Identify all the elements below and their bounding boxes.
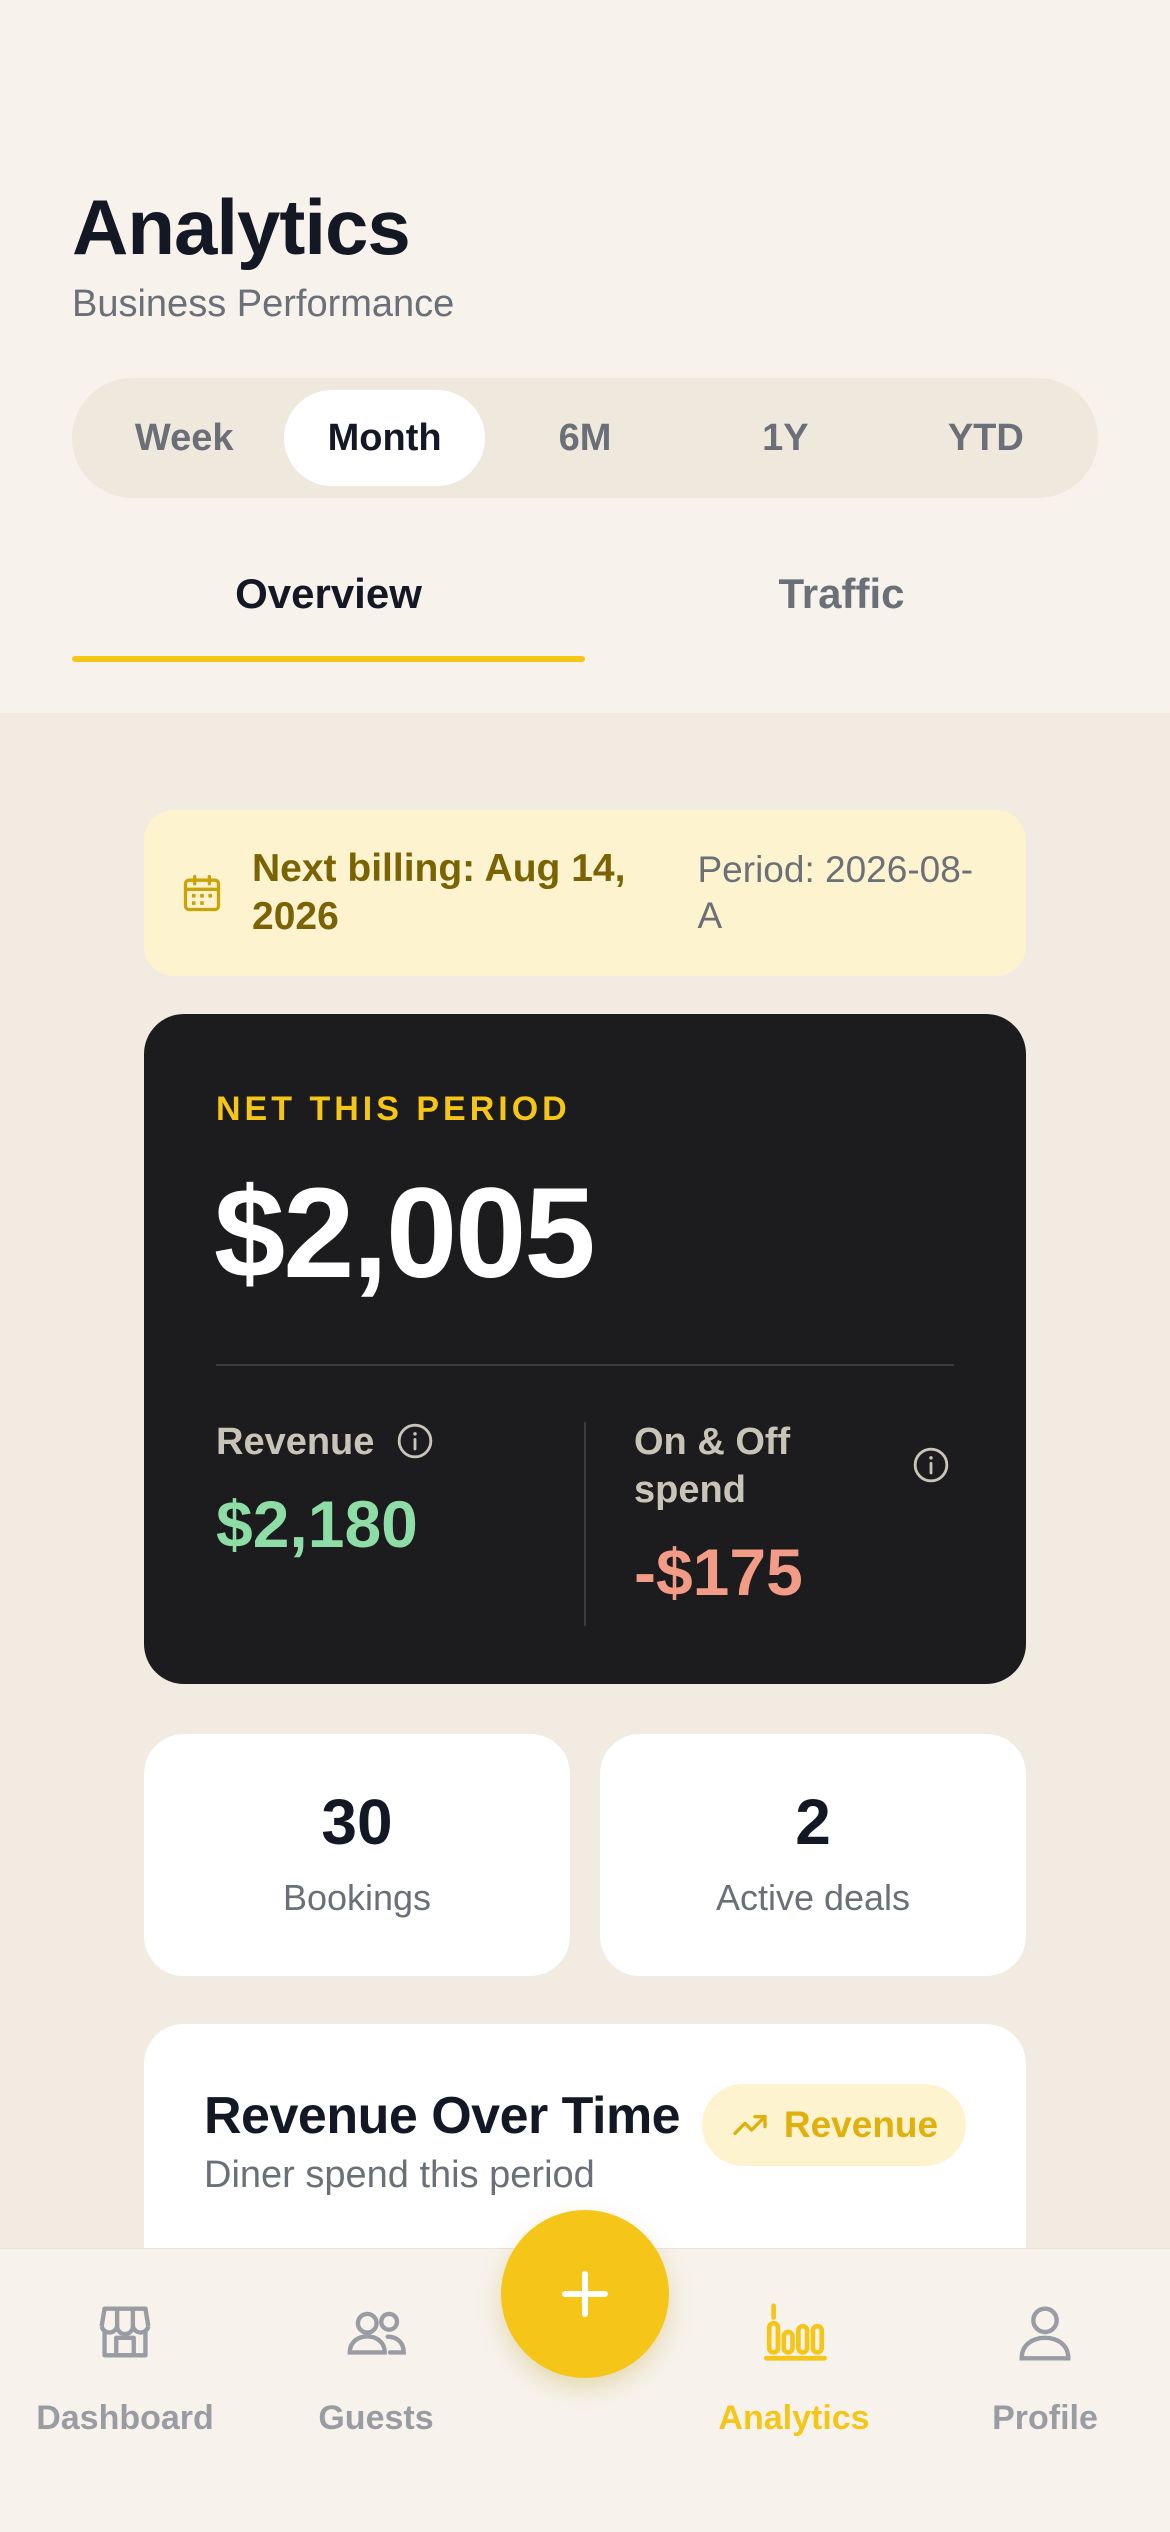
- stat-value: 2: [795, 1786, 831, 1858]
- range-1y[interactable]: 1Y: [685, 390, 885, 486]
- spend-label: On & Off spend: [634, 1421, 791, 1511]
- revenue-metric-pill[interactable]: Revenue: [702, 2084, 966, 2166]
- revenue-value: $2,180: [216, 1487, 418, 1561]
- person-icon: [1019, 2306, 1071, 2361]
- pill-label: Revenue: [783, 2104, 939, 2145]
- page-subtitle: Business Performance: [72, 283, 455, 325]
- plus-icon: [562, 2271, 608, 2317]
- calendar-icon: [183, 874, 221, 912]
- stat-label: Active deals: [715, 1877, 911, 1918]
- range-week[interactable]: Week: [84, 390, 284, 486]
- nav-guests[interactable]: Guests: [266, 2297, 486, 2438]
- nav-label: Guests: [318, 2399, 434, 2437]
- revenue-card-subtitle: Diner spend this period: [204, 2154, 595, 2196]
- analytics-screen: Analytics Business Performance Week Mont…: [0, 0, 1170, 2532]
- nav-label: Dashboard: [36, 2399, 214, 2437]
- net-summary-card: NET THIS PERIOD $2,005 Revenue $2,180 On…: [144, 1014, 1026, 1684]
- add-button[interactable]: [501, 2210, 669, 2378]
- stat-card-bookings[interactable]: 30 Bookings: [144, 1734, 570, 1976]
- bar-chart-icon: [763, 2303, 827, 2361]
- trending-up-icon: [733, 2115, 767, 2135]
- nav-analytics[interactable]: Analytics: [684, 2297, 904, 2438]
- nav-label: Analytics: [718, 2399, 870, 2437]
- store-icon: [99, 2306, 151, 2358]
- net-label: NET THIS PERIOD: [216, 1090, 571, 1128]
- page-title: Analytics: [72, 183, 411, 271]
- tab-bar: Overview Traffic: [72, 560, 1098, 662]
- billing-period-text: Period: 2026-08-A: [697, 849, 974, 936]
- nav-dashboard[interactable]: Dashboard: [15, 2297, 235, 2438]
- nav-label: Profile: [992, 2399, 1098, 2437]
- revenue-label: Revenue: [216, 1421, 375, 1463]
- spend-info-icon[interactable]: [912, 1446, 950, 1484]
- vertical-divider: [584, 1422, 586, 1626]
- tab-traffic[interactable]: Traffic: [585, 560, 1098, 662]
- stat-value: 30: [321, 1786, 393, 1858]
- stat-card-active-deals[interactable]: 2 Active deals: [600, 1734, 1026, 1976]
- range-month[interactable]: Month: [284, 390, 485, 486]
- spend-value: -$175: [634, 1535, 803, 1609]
- net-value: $2,005: [214, 1162, 595, 1305]
- revenue-card-title: Revenue Over Time: [204, 2087, 681, 2145]
- revenue-info-icon[interactable]: [396, 1422, 434, 1460]
- users-icon: [347, 2311, 406, 2355]
- billing-banner: Next billing: Aug 14, 2026 Period: 2026-…: [144, 810, 1026, 976]
- header: Analytics Business Performance Week Mont…: [0, 0, 1170, 713]
- divider: [216, 1364, 954, 1366]
- range-6m[interactable]: 6M: [485, 390, 685, 486]
- range-selector: Week Month 6M 1Y YTD: [72, 378, 1098, 498]
- range-ytd[interactable]: YTD: [886, 390, 1086, 486]
- next-billing-text: Next billing: Aug 14, 2026: [252, 847, 626, 938]
- tab-overview[interactable]: Overview: [72, 560, 585, 662]
- stat-label: Bookings: [282, 1877, 432, 1918]
- nav-profile[interactable]: Profile: [935, 2297, 1155, 2438]
